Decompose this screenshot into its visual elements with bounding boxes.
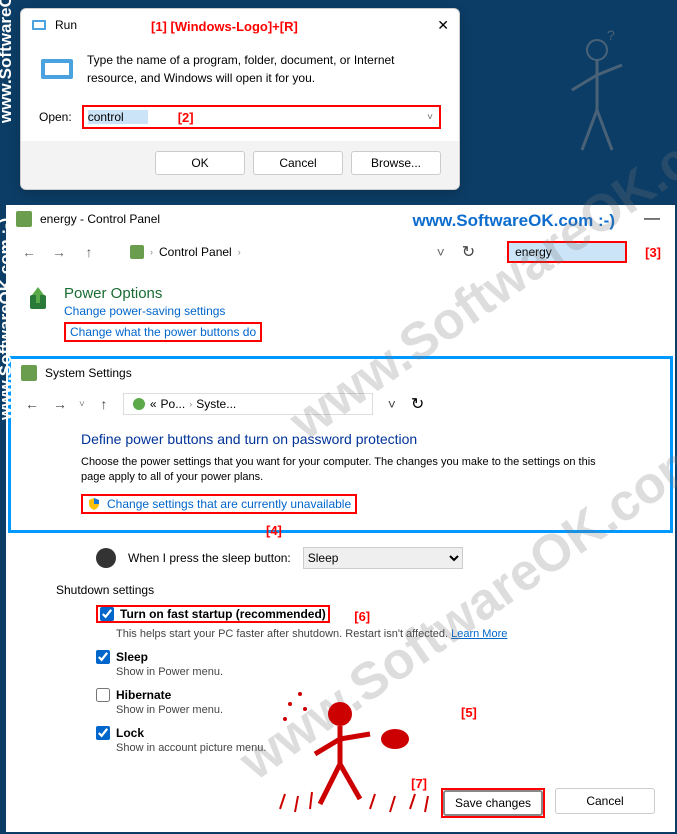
cancel-button[interactable]: Cancel: [253, 151, 343, 175]
power-options-section: Power Options Change power-saving settin…: [6, 271, 675, 352]
save-changes-button[interactable]: Save changes: [443, 790, 543, 816]
annotation-3: [3]: [645, 245, 661, 260]
run-icon: [31, 17, 47, 33]
sys-bc-dropdown[interactable]: ˅: [383, 396, 401, 412]
annotation-7: [7]: [411, 776, 427, 791]
shutdown-settings-area: When I press the sleep button: Sleep Shu…: [6, 537, 675, 774]
chevron-down-icon[interactable]: ˅: [427, 112, 433, 123]
sys-bc-icon: [132, 397, 146, 411]
sys-history-icon[interactable]: ˅: [79, 399, 85, 410]
fast-startup-row: Turn on fast startup (recommended) [6] T…: [96, 605, 645, 640]
sys-breadcrumb[interactable]: « Po... › Syste...: [123, 393, 373, 415]
sleep-checkbox[interactable]: [96, 650, 110, 664]
sleep-button-row: When I press the sleep button: Sleep: [96, 547, 645, 569]
bc-control-panel[interactable]: Control Panel: [159, 245, 232, 259]
refresh-icon[interactable]: ↻: [462, 242, 475, 262]
bc-dropdown-icon[interactable]: ˅: [432, 244, 450, 260]
shield-icon: [87, 497, 101, 511]
annotation-2: [2]: [178, 110, 194, 125]
shutdown-section-title: Shutdown settings: [56, 583, 645, 597]
sys-title: System Settings: [45, 366, 132, 380]
annotation-6: [6]: [354, 609, 370, 624]
watermark-center: www.SoftwareOK.com :-): [413, 211, 615, 231]
lock-row: Lock Show in account picture menu.: [96, 726, 645, 754]
forward-icon[interactable]: →: [50, 244, 68, 260]
annotation-5: [5]: [461, 705, 477, 720]
close-icon[interactable]: ✕: [437, 17, 449, 34]
system-settings-window: System Settings www.SoftwareOK.com :-) ←…: [8, 356, 673, 533]
annotation-1: [1] [Windows-Logo]+[R]: [151, 19, 298, 34]
minimize-icon[interactable]: ―: [644, 210, 660, 228]
sys-bc2[interactable]: Syste...: [196, 397, 236, 411]
bc-ellipsis: «: [150, 397, 157, 411]
up-icon[interactable]: ↑: [80, 244, 98, 260]
power-options-icon: [26, 285, 54, 313]
run-body: Type the name of a program, folder, docu…: [21, 41, 459, 97]
run-title: Run: [55, 18, 77, 32]
back-icon[interactable]: ←: [20, 244, 38, 260]
lock-label: Lock: [116, 726, 144, 740]
moon-icon: [96, 548, 116, 568]
run-dialog: Run ✕ [1] [Windows-Logo]+[R] Type the na…: [20, 8, 460, 190]
open-input[interactable]: [88, 110, 148, 124]
sys-heading: Define power buttons and turn on passwor…: [81, 431, 600, 447]
fast-startup-checkbox[interactable]: [100, 607, 114, 621]
watermark-side: www.SoftwareOK.com :-) www.SoftwareOK.co…: [0, 0, 16, 420]
learn-more-link[interactable]: Learn More: [451, 628, 507, 640]
control-panel-window: energy - Control Panel ― ← → ↑ › Control…: [6, 205, 675, 832]
power-sub-link[interactable]: Change power-saving settings: [64, 304, 262, 318]
cp-title: energy - Control Panel: [40, 212, 160, 226]
sys-back-icon[interactable]: ←: [23, 396, 41, 412]
search-input[interactable]: [507, 241, 627, 263]
bc-sep: ›: [150, 247, 153, 257]
hibernate-checkbox[interactable]: [96, 688, 110, 702]
hibernate-label: Hibernate: [116, 688, 171, 702]
change-settings-link[interactable]: Change settings that are currently unava…: [81, 494, 357, 514]
run-open-row: Open: [2] ˅: [21, 97, 459, 141]
power-content: Power Options Change power-saving settin…: [64, 285, 262, 342]
browse-button[interactable]: Browse...: [351, 151, 441, 175]
sys-body: Define power buttons and turn on passwor…: [11, 421, 670, 530]
lock-desc: Show in account picture menu.: [116, 742, 645, 754]
sys-refresh-icon[interactable]: ↻: [411, 394, 424, 414]
sys-desc: Choose the power settings that you want …: [81, 455, 600, 486]
hibernate-row: Hibernate Show in Power menu.: [96, 688, 645, 716]
run-description: Type the name of a program, folder, docu…: [87, 51, 441, 87]
bottom-buttons: [7] Save changes Cancel: [6, 774, 675, 832]
svg-text:?: ?: [607, 30, 615, 43]
sleep-desc: Show in Power menu.: [116, 666, 645, 678]
decorative-figure-1: ?: [547, 30, 637, 170]
breadcrumb[interactable]: › Control Panel ›: [130, 245, 420, 259]
lock-checkbox[interactable]: [96, 726, 110, 740]
annotation-4: [4]: [266, 523, 282, 538]
sys-bc1[interactable]: Po...: [161, 397, 186, 411]
open-combobox[interactable]: [2] ˅: [82, 105, 441, 129]
sys-icon: [21, 365, 37, 381]
sys-forward-icon[interactable]: →: [51, 396, 69, 412]
sys-titlebar: System Settings www.SoftwareOK.com :-): [11, 359, 670, 387]
hibernate-desc: Show in Power menu.: [116, 704, 645, 716]
sys-up-icon[interactable]: ↑: [95, 396, 113, 412]
fast-startup-desc: This helps start your PC faster after sh…: [116, 628, 645, 640]
open-label: Open:: [39, 110, 72, 124]
change-settings-text: Change settings that are currently unava…: [107, 497, 351, 511]
bc-sep2: ›: [238, 247, 241, 257]
sleep-button-select[interactable]: Sleep: [303, 547, 463, 569]
cp-icon: [16, 211, 32, 227]
cp-bc-icon: [130, 245, 144, 259]
run-buttons: OK Cancel Browse...: [21, 141, 459, 189]
ok-button[interactable]: OK: [155, 151, 245, 175]
run-app-icon: [39, 51, 75, 87]
sys-nav: ← → ˅ ↑ « Po... › Syste... ˅ ↻: [11, 387, 670, 421]
sleep-row: Sleep Show in Power menu.: [96, 650, 645, 678]
sleep-label: Sleep: [116, 650, 148, 664]
fast-startup-label: Turn on fast startup (recommended): [120, 607, 326, 621]
cancel-button-bottom[interactable]: Cancel: [555, 788, 655, 814]
sleep-button-label: When I press the sleep button:: [128, 551, 291, 565]
cp-nav: ← → ↑ › Control Panel › ˅ ↻ [3]: [6, 233, 675, 271]
power-options-title[interactable]: Power Options: [64, 285, 262, 302]
change-power-buttons-link[interactable]: Change what the power buttons do: [64, 322, 262, 342]
